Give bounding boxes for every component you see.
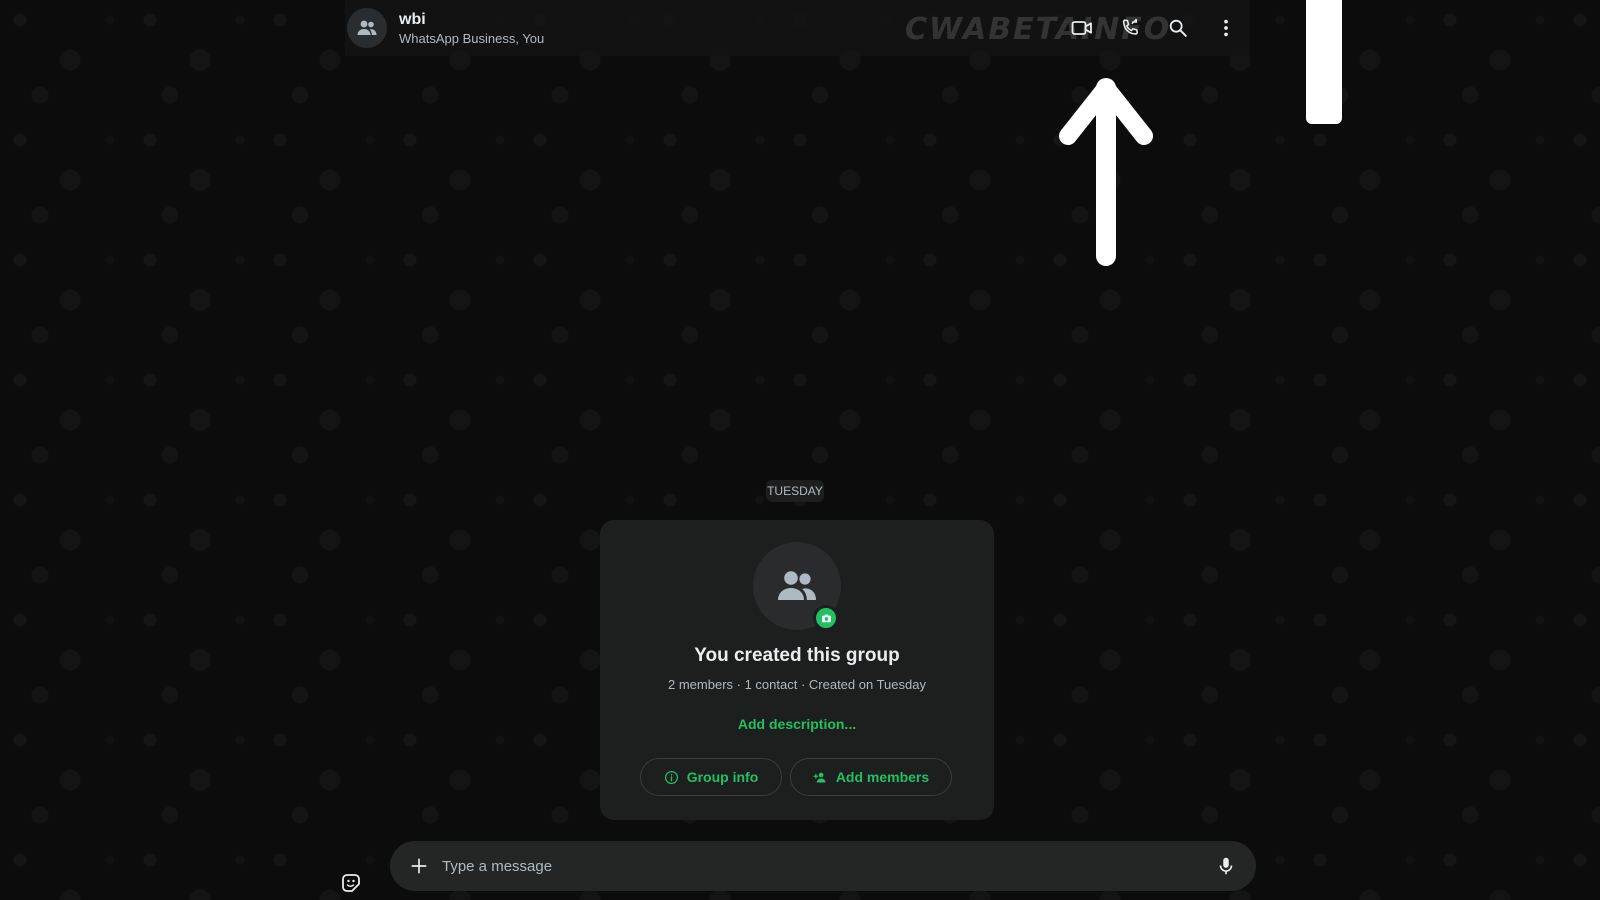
chat-participants: WhatsApp Business, You [399,30,545,46]
add-members-button[interactable]: Add members [790,758,952,796]
white-bar-overlay [1306,0,1342,124]
card-meta: 2 members · 1 contact · Created on Tuesd… [668,677,926,692]
add-person-icon [813,770,828,785]
whatsapp-chat-screen: wbi WhatsApp Business, You CWABETAINFO T… [0,0,1600,900]
group-icon [357,20,377,35]
video-call-button[interactable] [1058,4,1106,52]
date-separator: TUESDAY [766,480,824,502]
group-avatar[interactable] [347,8,387,48]
voice-call-button[interactable] [1106,4,1154,52]
message-input[interactable] [440,856,1208,876]
info-icon [664,770,679,785]
group-info-label: Group info [686,769,759,785]
search-button[interactable] [1154,4,1202,52]
add-members-label: Add members [835,769,930,785]
voice-call-icon [1122,18,1138,35]
voice-message-button[interactable] [1208,848,1244,884]
card-title: You created this group [694,645,900,666]
video-call-icon [1071,21,1092,35]
group-created-card: You created this group 2 members · 1 con… [600,520,994,820]
chat-title: wbi [399,10,426,28]
chat-header: wbi WhatsApp Business, You CWABETAINFO [345,0,1250,56]
message-composer [390,841,1256,891]
group-icon [778,571,816,600]
search-icon [1169,19,1187,37]
menu-button[interactable] [1202,4,1250,52]
set-photo-button[interactable] [813,605,839,631]
camera-icon [821,613,831,622]
sticker-button[interactable] [338,870,364,896]
chat-title-block[interactable]: wbi WhatsApp Business, You [399,10,544,47]
group-info-button[interactable]: Group info [640,758,782,796]
header-actions [1058,0,1250,56]
attach-button[interactable] [404,851,434,881]
add-description-link[interactable]: Add description... [600,716,994,732]
sticker-icon [342,874,360,892]
microphone-icon [1219,857,1233,875]
up-arrow-annotation-icon [1059,78,1153,266]
plus-icon [411,858,427,874]
menu-icon [1224,19,1228,37]
